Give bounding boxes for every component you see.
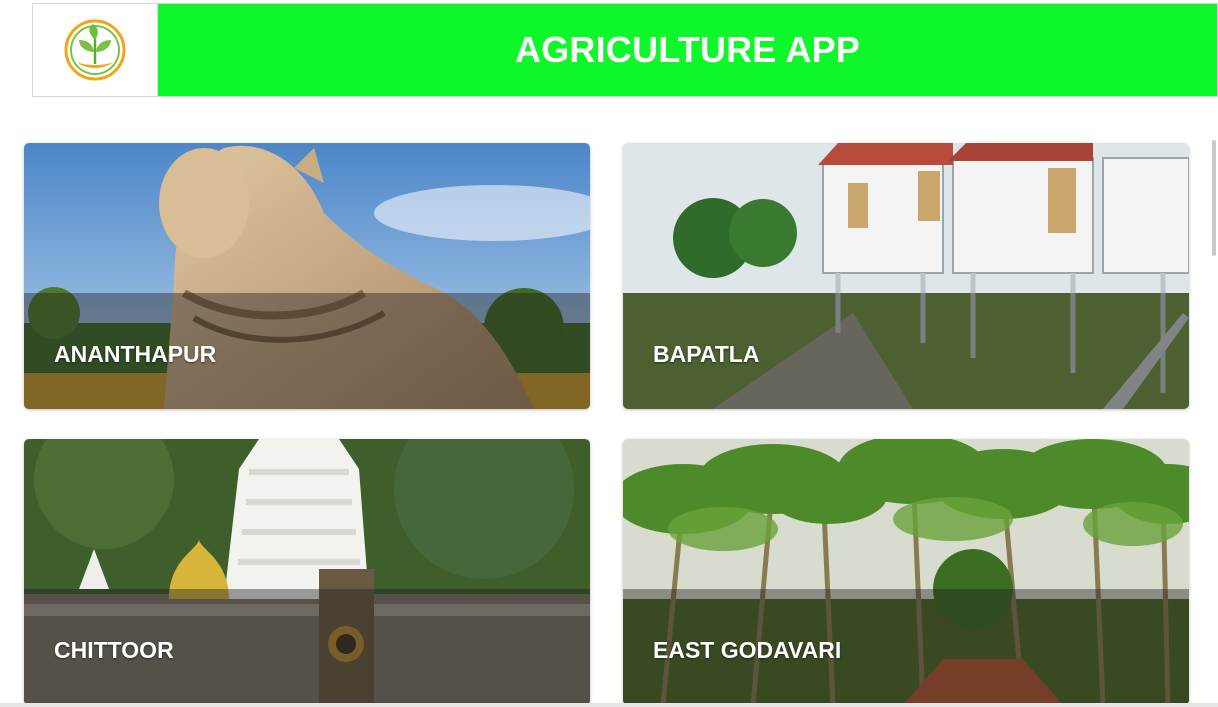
- district-card-east-godavari[interactable]: EAST GODAVARI: [623, 439, 1189, 705]
- app-title: AGRICULTURE APP: [515, 29, 860, 70]
- district-card-bapatla[interactable]: BAPATLA: [623, 143, 1189, 409]
- scrollbar-thumb[interactable]: [1212, 140, 1216, 256]
- district-card-chittoor[interactable]: CHITTOOR: [24, 439, 590, 705]
- bottom-divider: [0, 703, 1218, 707]
- app-logo[interactable]: [33, 4, 158, 96]
- app-header: AGRICULTURE APP: [32, 3, 1218, 97]
- sprout-leaf-logo-icon: [64, 19, 126, 81]
- district-label: CHITTOOR: [54, 637, 174, 663]
- district-label: ANANTHAPUR: [54, 341, 217, 367]
- district-label: BAPATLA: [653, 341, 760, 367]
- district-card-ananthapur[interactable]: ANANTHAPUR: [24, 143, 590, 409]
- district-label: EAST GODAVARI: [653, 637, 842, 663]
